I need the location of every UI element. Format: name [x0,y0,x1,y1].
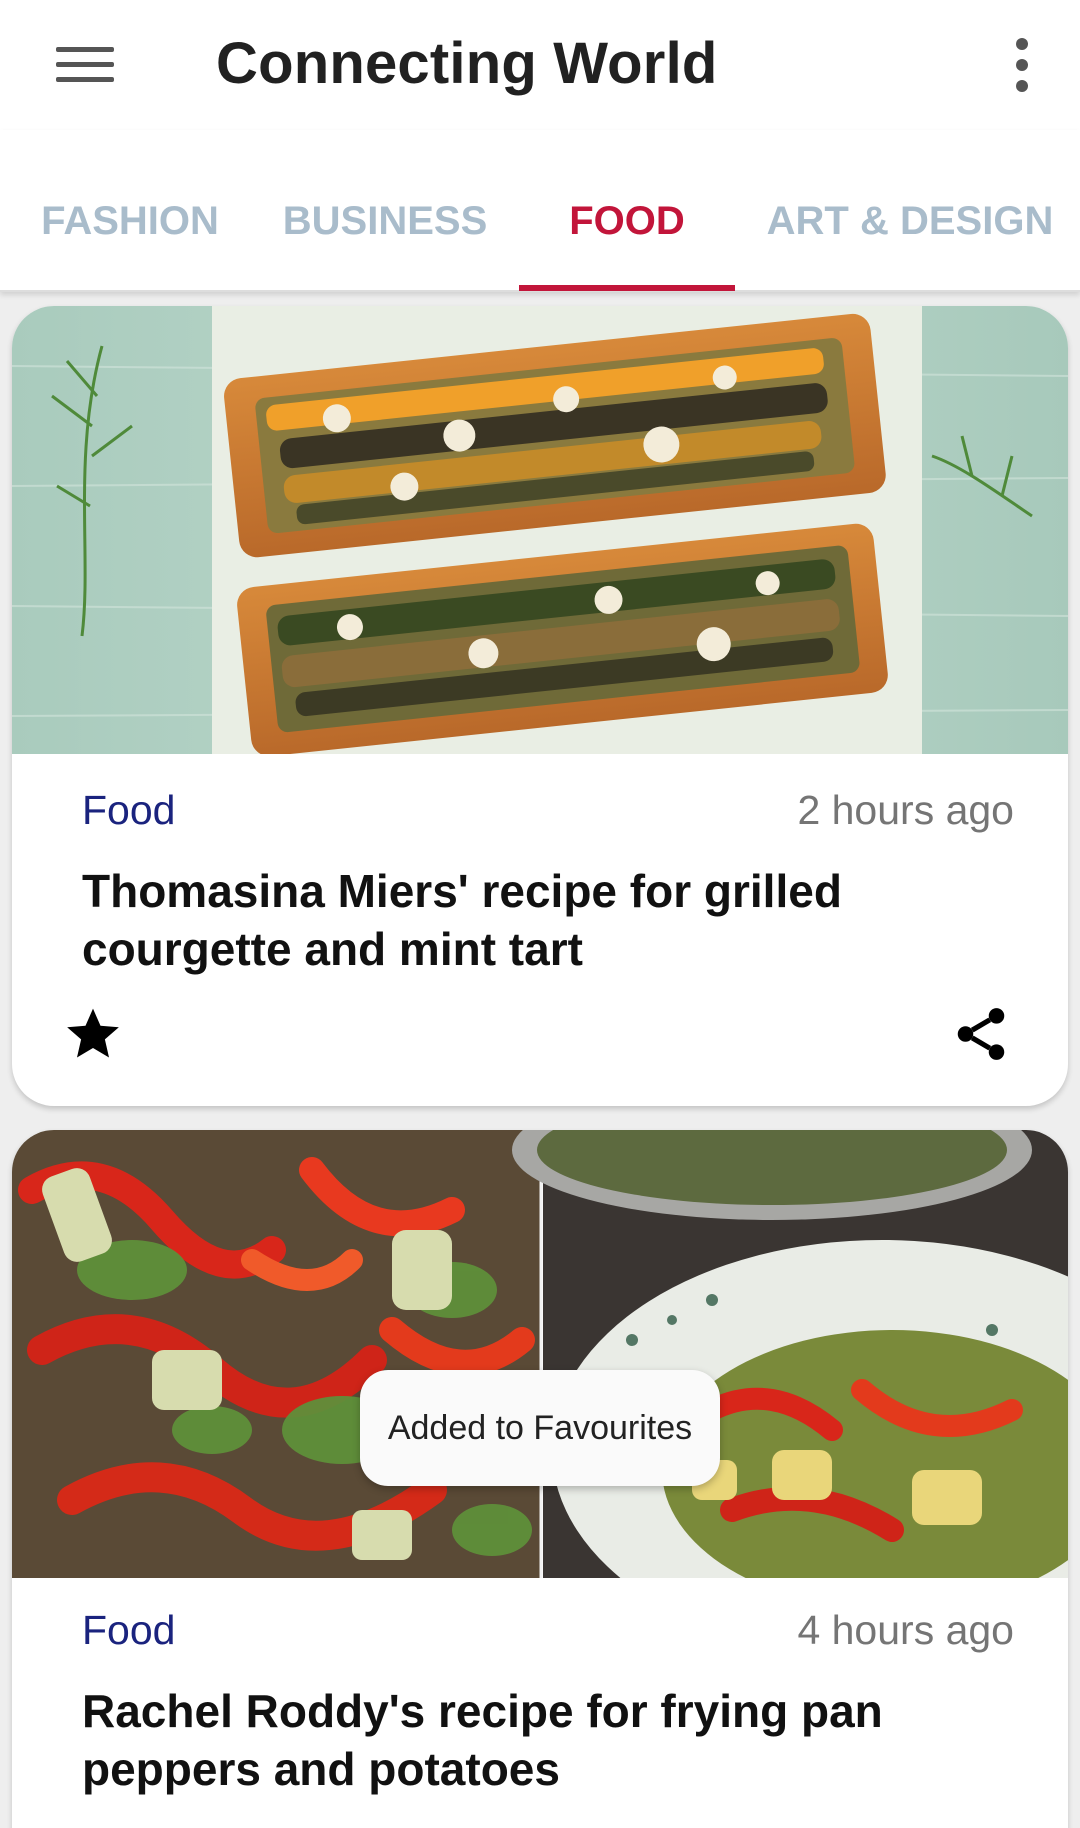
share-icon[interactable] [945,998,1017,1070]
tab-food[interactable]: FOOD [519,130,735,292]
frying-pan-peppers-potatoes-photo[interactable] [12,1130,1068,1578]
hamburger-menu-icon[interactable] [40,28,130,100]
tab-art-design[interactable]: ART & DESIGN [755,130,1065,292]
article-meta: Food 2 hours ago [82,780,1014,840]
more-vert-icon[interactable] [992,30,1052,100]
article-title[interactable]: Thomasina Miers' recipe for grilled cour… [82,862,948,978]
article-feed[interactable]: Food 2 hours ago Thomasina Miers' recipe… [0,292,1080,1828]
category-tabs: FASHION BUSINESS FOOD ART & DESIGN [0,130,1080,292]
toast-message: Added to Favourites [360,1370,720,1486]
article-title[interactable]: Rachel Roddy's recipe for frying pan pep… [82,1682,948,1798]
article-category[interactable]: Food [82,1600,175,1660]
article-timestamp: 4 hours ago [797,1607,1014,1653]
article-meta: Food 4 hours ago [82,1600,1014,1660]
news-app-screen: Connecting World FASHION BUSINESS FOOD A… [0,0,1080,1828]
star-filled-icon[interactable] [57,998,129,1070]
top-app-bar: Connecting World [0,0,1080,130]
grilled-courgette-tart-photo[interactable] [12,306,1068,754]
article-card[interactable]: Food 2 hours ago Thomasina Miers' recipe… [12,306,1068,1106]
tab-business[interactable]: BUSINESS [270,130,500,292]
article-category[interactable]: Food [82,780,175,840]
tab-fashion[interactable]: FASHION [20,130,240,292]
article-timestamp: 2 hours ago [797,787,1014,833]
app-title: Connecting World [216,31,718,96]
active-tab-indicator [519,285,735,291]
